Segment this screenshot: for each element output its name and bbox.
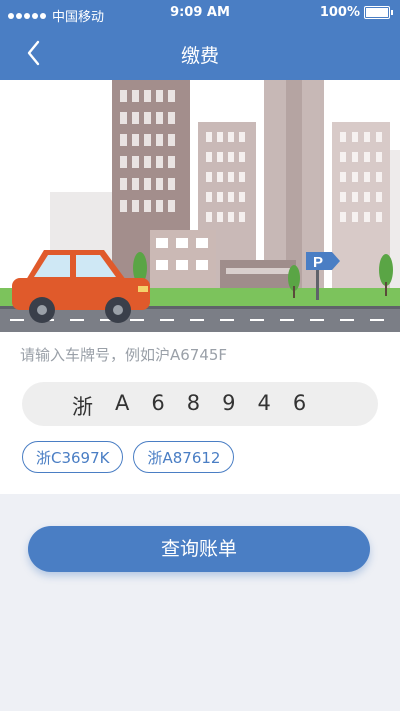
plate-char: 8 [186, 391, 201, 415]
plate-char: 4 [257, 391, 271, 415]
status-bar: 中国移动 9:09 AM 100% [0, 0, 400, 26]
parking-sign-label: P [313, 254, 323, 271]
plate-char: A [115, 391, 130, 415]
battery-status: 100% [319, 5, 393, 20]
page-title: 缴费 [180, 45, 219, 67]
battery-icon [364, 6, 393, 19]
illustration-graphic: P [0, 80, 400, 332]
battery-percent: 100% [319, 5, 360, 20]
city-car-illustration: P [0, 80, 400, 338]
header: 中国移动 9:09 AM 100% 缴费 [0, 0, 400, 80]
plate-char: 6 [151, 391, 165, 415]
plate-hint: 请输入车牌号，例如沪A6745F [20, 346, 228, 364]
plate-char: 6 [292, 391, 307, 415]
plate-char: 浙 [72, 395, 93, 419]
query-bill-button[interactable]: 查询账单 [28, 526, 370, 572]
history-plates: 浙C3697K 浙A87612 [22, 441, 235, 473]
plate-characters: 浙 A 6 8 9 4 6 [72, 391, 306, 421]
history-plate-chip[interactable]: 浙C3697K [22, 441, 124, 473]
plate-input[interactable]: 浙 A 6 8 9 4 6 [22, 382, 378, 426]
plate-panel: 请输入车牌号，例如沪A6745F 浙 A 6 8 9 4 6 浙C3697K 浙… [0, 338, 400, 494]
plate-char: 9 [222, 391, 236, 415]
nav-bar: 缴费 [0, 26, 400, 80]
history-plate-chip[interactable]: 浙A87612 [133, 441, 235, 473]
